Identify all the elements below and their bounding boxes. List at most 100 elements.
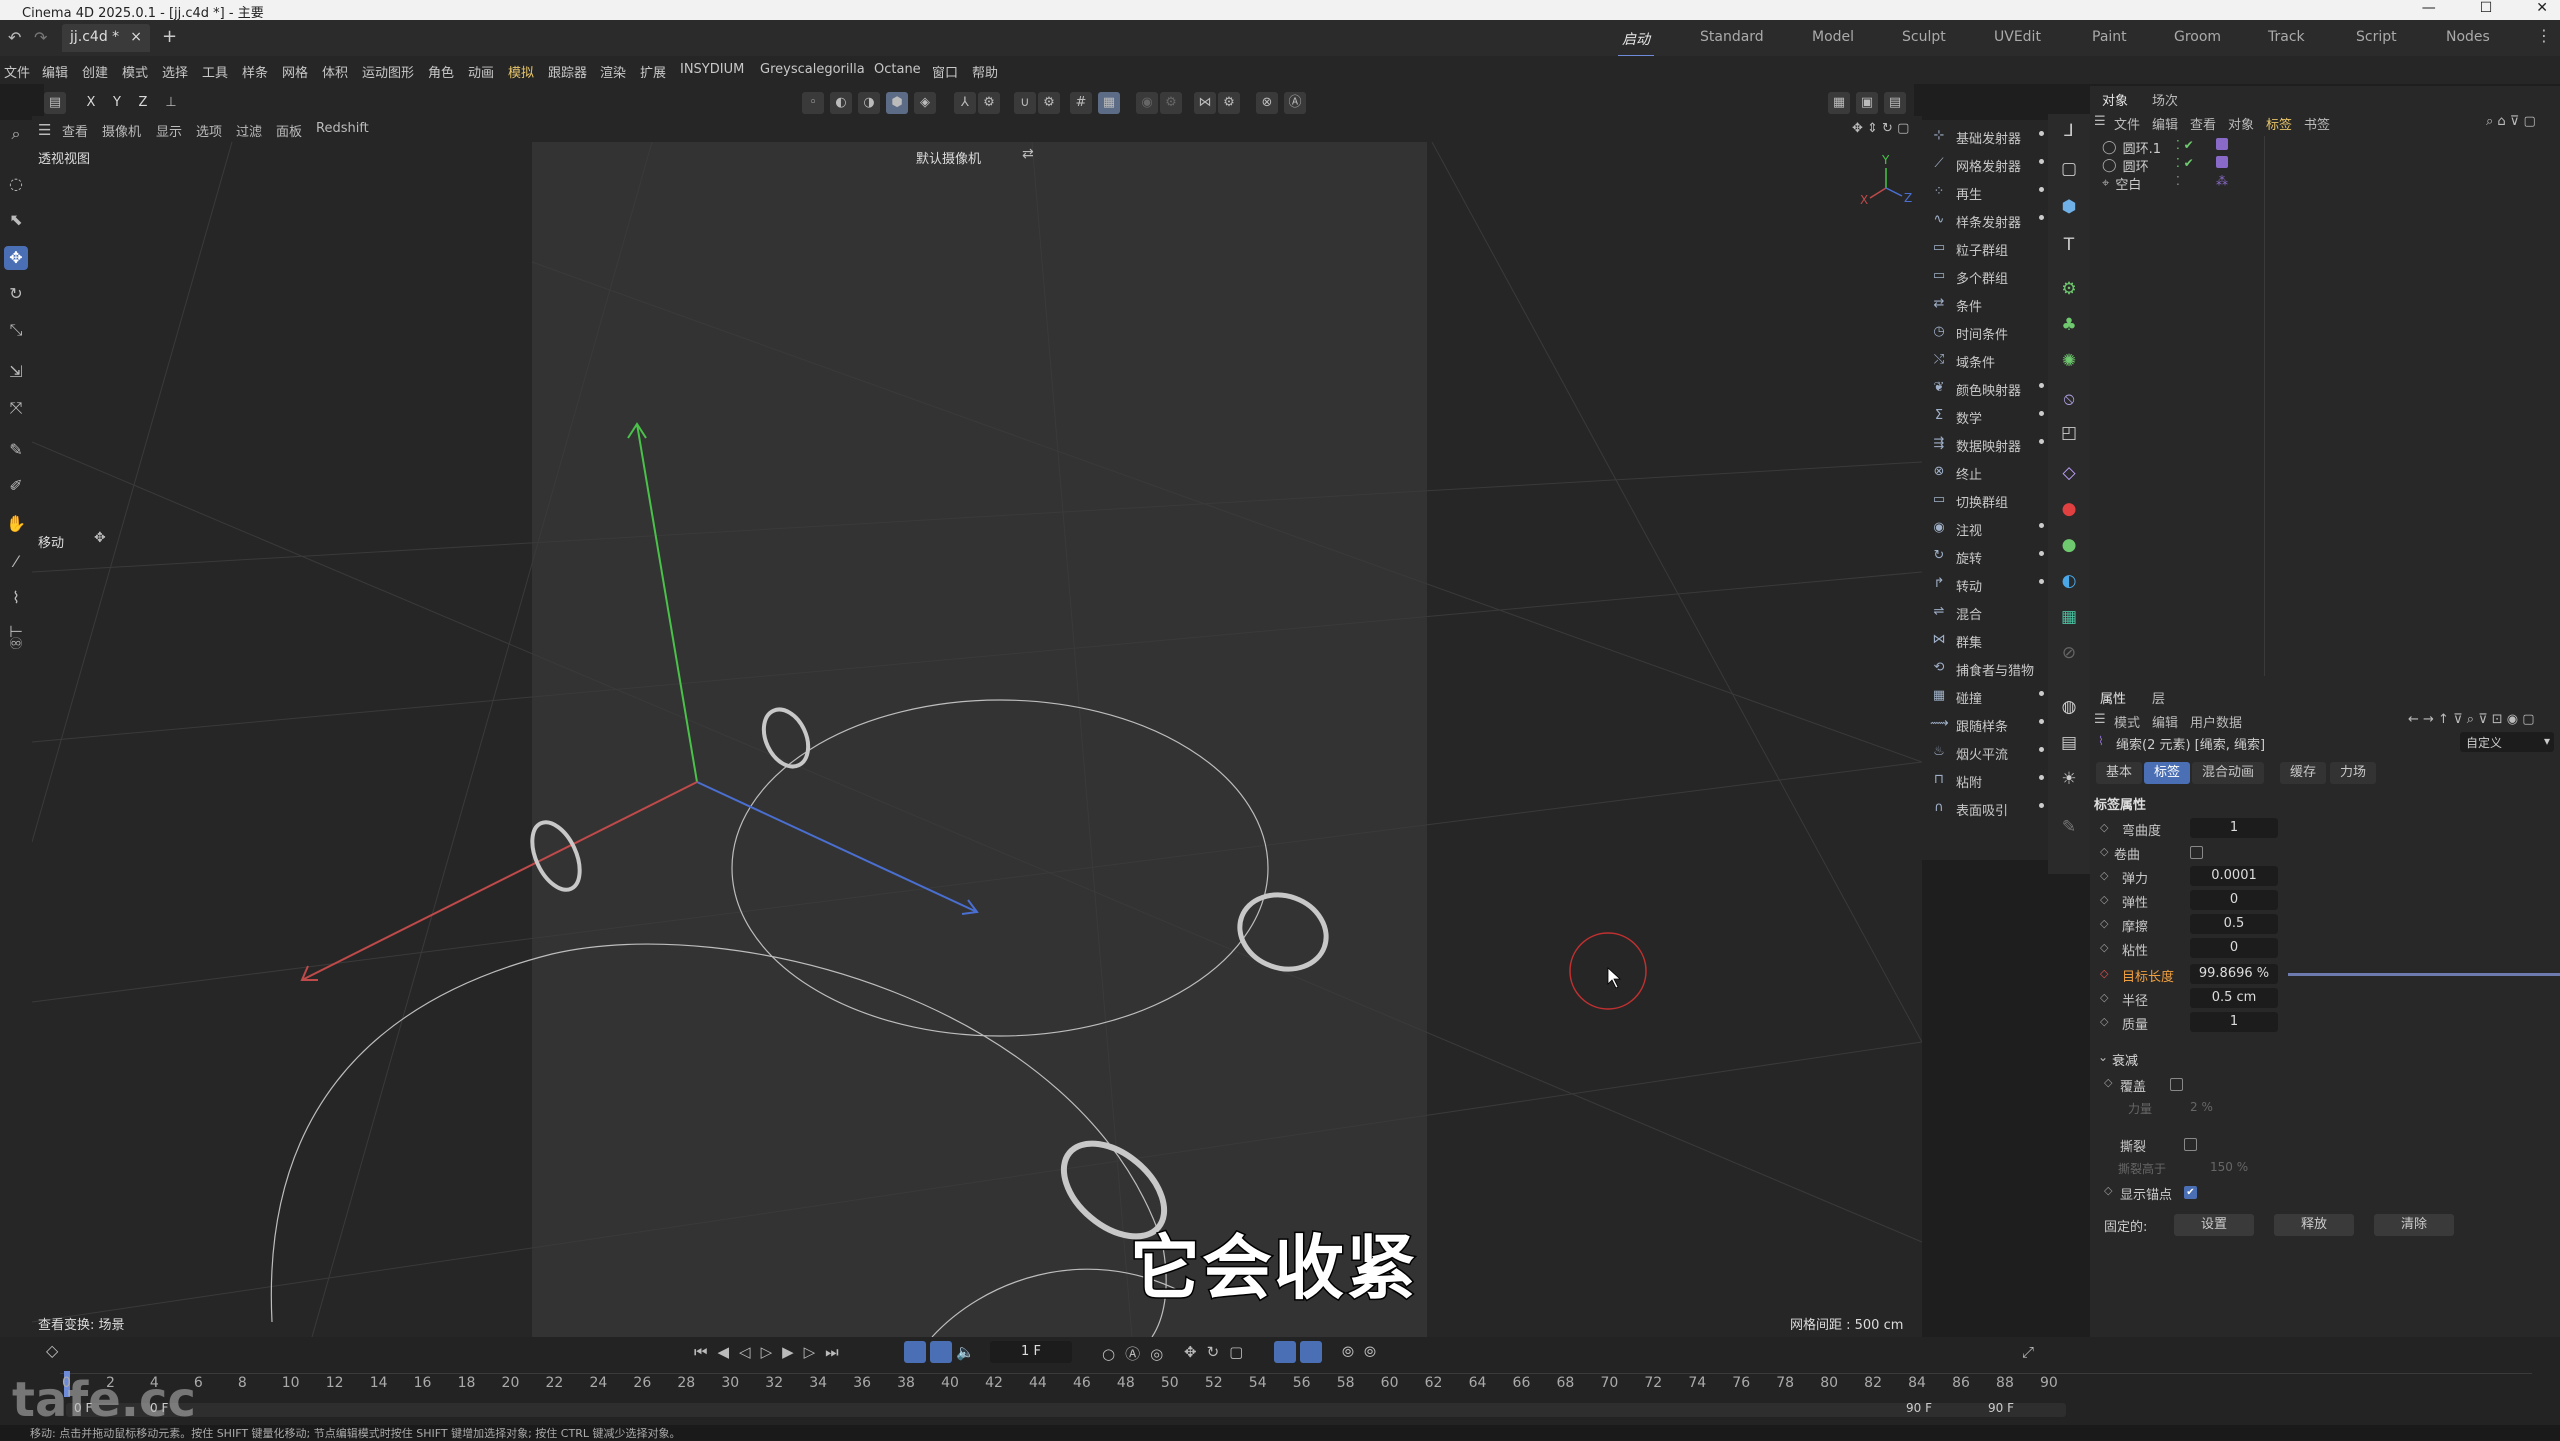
visibility-dots-icon[interactable]: ⁚ — [2176, 174, 2180, 188]
layout-tab-model[interactable]: Model — [1812, 29, 1854, 45]
camera-toggle-icon[interactable]: ⇄ — [1022, 146, 1034, 162]
layout-tab-track[interactable]: Track — [2268, 29, 2305, 45]
keyframe-diamond-icon[interactable]: ◇ — [2100, 893, 2108, 906]
object-row-torus[interactable]: ◯ 圆环 — [2102, 156, 2149, 175]
document-close-icon[interactable]: × — [130, 29, 142, 45]
collapse-chevron-icon[interactable]: ⌄ — [2098, 1050, 2108, 1064]
material-icon[interactable]: ◐ — [2056, 568, 2082, 594]
range-button[interactable] — [930, 1341, 952, 1363]
polygons-mode-icon[interactable]: ◑ — [858, 92, 880, 114]
menu-spline[interactable]: 样条 — [242, 62, 268, 81]
menu-window[interactable]: 窗口 — [932, 62, 958, 81]
subtab-cache[interactable]: 缓存 — [2280, 762, 2327, 784]
fx-field-condition[interactable]: ⤭ 域条件 — [1930, 348, 2046, 374]
attr-mass-field[interactable]: 1 — [2190, 1012, 2278, 1032]
menu-edit[interactable]: 编辑 — [42, 62, 68, 81]
model-mode-icon[interactable]: ⬢ — [886, 92, 908, 114]
redo-icon[interactable]: ↷ — [34, 28, 47, 47]
rotate-tool-icon[interactable]: ↻ — [4, 282, 28, 306]
tag-icon[interactable]: ▦ — [2056, 604, 2082, 630]
pencil-icon[interactable]: ✎ — [2056, 814, 2082, 840]
paint-icon[interactable]: ✐ — [4, 474, 28, 498]
object-menu-edit[interactable]: 编辑 — [2152, 114, 2178, 133]
symmetry-icon[interactable]: ⋈ — [1194, 92, 1216, 114]
sculpt-icon[interactable]: ✋ — [4, 512, 28, 536]
fx-color-mapper[interactable]: ❦ 颜色映射器 — [1930, 376, 2046, 402]
cube-icon[interactable]: ⬢ — [2056, 194, 2082, 220]
sun-icon[interactable]: ☀ — [2056, 766, 2082, 792]
layout-tab-startup[interactable]: 启动 — [1618, 29, 1654, 58]
object-menu-view[interactable]: 查看 — [2190, 114, 2216, 133]
fx-follow-spline[interactable]: ⟿ 跟随样条 — [1930, 712, 2046, 738]
attr-preset-dropdown[interactable]: 自定义 ▾ — [2460, 732, 2554, 752]
override-checkbox[interactable] — [2170, 1078, 2183, 1091]
live-select-icon[interactable]: ◌ — [4, 172, 28, 196]
subtab-tag[interactable]: 标签 — [2144, 762, 2191, 784]
keyframe-icon[interactable]: ◇ — [46, 1341, 58, 1360]
render-icon[interactable]: ▣ — [1856, 92, 1878, 114]
object-mode-icon[interactable]: ▤ — [44, 92, 66, 114]
autokey-button[interactable] — [1274, 1341, 1296, 1363]
field-icon[interactable]: ⦸ — [2056, 386, 2082, 412]
tab-takes[interactable]: 场次 — [2152, 90, 2178, 109]
time-range-bar[interactable] — [66, 1403, 2066, 1417]
fx-turn[interactable]: ↱ 转动 — [1930, 572, 2046, 598]
key-controls[interactable]: ✥↻▢ — [1184, 1343, 1253, 1361]
particle-tag-icon[interactable]: ⁂ — [2216, 174, 2228, 188]
fx-flock[interactable]: ⋈ 群集 — [1930, 628, 2046, 654]
move-tool-icon[interactable]: ✥ — [4, 246, 28, 270]
render-settings-icon[interactable]: ▤ — [1884, 92, 1906, 114]
octane-icon[interactable]: Ⓐ — [1284, 92, 1306, 114]
viewport-menu-options[interactable]: 选项 — [196, 121, 222, 140]
fx-basic-emitter[interactable]: ⊹ 基础发射器 — [1930, 124, 2046, 150]
viewport-nav-icons[interactable]: ✥ ⇕ ↻ ▢ — [1852, 121, 1909, 136]
menu-mode[interactable]: 模式 — [122, 62, 148, 81]
menu-mesh[interactable]: 网格 — [282, 62, 308, 81]
solo-icon[interactable]: ◉ — [1136, 92, 1158, 114]
null-icon[interactable]: ⅃ — [2056, 118, 2082, 144]
layout-tab-sculpt[interactable]: Sculpt — [1902, 29, 1946, 45]
playback-controls[interactable]: ⏮◀◁▷▶▷⏭ — [694, 1343, 849, 1361]
grid-icon[interactable]: # — [1070, 92, 1092, 114]
attr-menu-mode[interactable]: 模式 — [2114, 712, 2140, 731]
attr-radius-field[interactable]: 0.5 cm — [2190, 988, 2278, 1008]
texture-mode-icon[interactable]: ◈ — [914, 92, 936, 114]
magnet-icon[interactable]: ⌇ — [4, 586, 28, 610]
viewport-menu-panel[interactable]: 面板 — [276, 121, 302, 140]
motion-controls[interactable]: ⦾⦾ — [1342, 1343, 1386, 1361]
attr-nav-icons[interactable]: ← → ↑ ⊽ ⌕ ⊽ ⊡ ◉ ▢ — [2408, 712, 2535, 727]
fx-surface-attract[interactable]: ∩ 表面吸引 — [1930, 796, 2046, 822]
fx-math[interactable]: Σ 数学 — [1930, 404, 2046, 430]
fx-predator-prey[interactable]: ⟲ 捕食者与猎物 — [1930, 656, 2046, 682]
menu-greyscalegorilla[interactable]: Greyscalegorilla — [760, 62, 865, 77]
attr-target-length-field[interactable]: 99.8696 % — [2190, 964, 2278, 984]
attr-friction-field[interactable]: 0.5 — [2190, 914, 2278, 934]
key-pla-button[interactable] — [1300, 1341, 1322, 1363]
keyframe-diamond-icon[interactable]: ◇ — [2104, 1184, 2112, 1197]
layout-tab-groom[interactable]: Groom — [2174, 29, 2221, 45]
xpresso-icon[interactable]: ◇ — [2056, 460, 2082, 486]
globe-icon[interactable]: ◍ — [2056, 694, 2082, 720]
visibility-check-icon[interactable]: ⁚ ✔ — [2176, 156, 2194, 170]
attr-elasticity-field[interactable]: 0 — [2190, 890, 2278, 910]
ar-icon[interactable]: ⊗ — [1256, 92, 1278, 114]
viewport-menu-cameras[interactable]: 摄像机 — [102, 121, 141, 140]
fx-time-condition[interactable]: ◷ 时间条件 — [1930, 320, 2046, 346]
keyframe-diamond-icon[interactable]: ◇ — [2100, 1015, 2108, 1028]
menu-create[interactable]: 创建 — [82, 62, 108, 81]
object-menu-tags[interactable]: 标签 — [2266, 114, 2292, 133]
clear-button[interactable]: 清除 — [2374, 1214, 2454, 1236]
menu-select[interactable]: 选择 — [162, 62, 188, 81]
search-icon[interactable]: ⌕ — [4, 122, 28, 146]
snap-settings-icon[interactable]: ⚙ — [1038, 92, 1060, 114]
lasso-icon[interactable]: ♾ — [4, 632, 28, 656]
attr-bend-field[interactable]: 1 — [2190, 818, 2278, 838]
menu-simulate[interactable]: 模拟 — [508, 62, 534, 81]
viewport-menu-view[interactable]: 查看 — [62, 121, 88, 140]
attribute-menu-icon[interactable]: ☰ — [2094, 712, 2106, 727]
object-row-torus-1[interactable]: ◯ 圆环.1 — [2102, 138, 2161, 157]
target-length-slider[interactable] — [2288, 973, 2560, 976]
axis-lock-y[interactable]: Y — [106, 92, 128, 114]
fx-pyro-advect[interactable]: ♨ 烟火平流 — [1930, 740, 2046, 766]
scene-icon[interactable]: ◰ — [2056, 420, 2082, 446]
